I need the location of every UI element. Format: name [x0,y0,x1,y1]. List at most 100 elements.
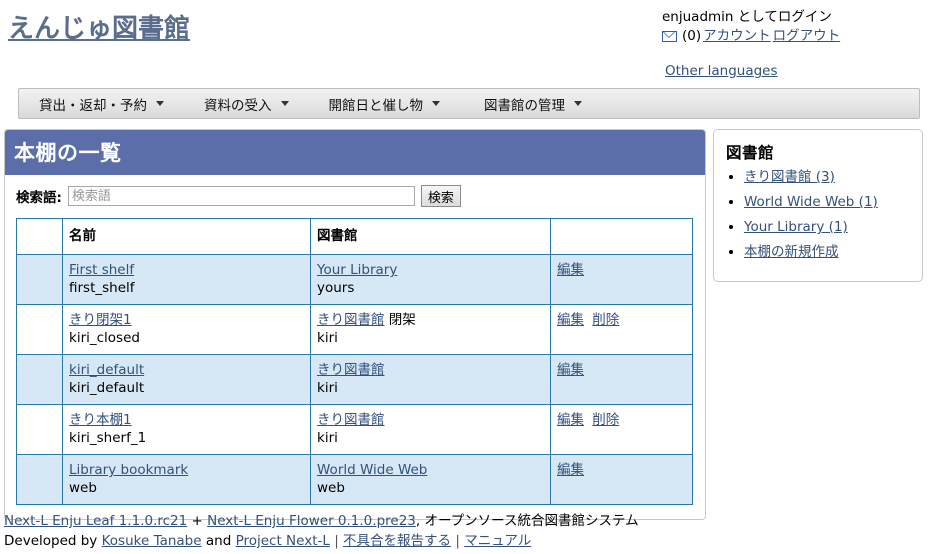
sidebar-title: 図書館 [726,144,775,162]
shelf-name-link[interactable]: きり本棚1 [69,411,310,429]
sidebar-item-world-wide-web[interactable]: World Wide Web (1) [744,194,878,210]
footer-plus: + [191,513,203,529]
edit-link[interactable]: 編集 [557,262,584,278]
row-name-cell: First shelf first_shelf [62,254,311,305]
list-item: きり図書館 (3) [744,169,912,185]
report-bug-link[interactable]: 不具合を報告する [343,533,451,549]
table-row: First shelf first_shelf Your Library you… [16,254,693,305]
row-actions-cell: 編集 削除 [550,404,693,455]
library-code: kiri [317,330,338,346]
search-input[interactable] [67,186,415,206]
row-library-cell: きり図書館 kiri [310,404,551,455]
shelf-name-link[interactable]: きり閉架1 [69,311,310,329]
user-session-box: enjuadmin としてログイン (0) アカウント ログアウト [662,8,840,46]
library-link[interactable]: Your Library [317,262,397,278]
delete-link[interactable]: 削除 [592,312,619,328]
chevron-down-icon [280,101,289,106]
column-header-name: 名前 [62,218,311,255]
delete-link[interactable]: 削除 [592,412,619,428]
envelope-icon[interactable] [662,31,677,42]
search-label: 検索語: [16,190,62,206]
enju-flower-link[interactable]: Next-L Enju Flower 0.1.0.pre23 [207,513,416,529]
logout-link[interactable]: ログアウト [773,27,841,46]
shelf-name-link[interactable]: First shelf [69,261,310,279]
shelves-table: 名前 図書館 First shelf first_shelf Your Libr… [16,218,693,505]
shelves-panel: 本棚の一覧 検索語: 検索 名前 図書館 [4,129,706,520]
table-header-row: 名前 図書館 [16,218,693,255]
shelf-code: first_shelf [69,280,135,296]
column-header-library: 図書館 [310,218,551,255]
table-row: Library bookmark web World Wide Web web … [16,454,693,505]
manual-link[interactable]: マニュアル [464,533,531,549]
footer-tagline: , オープンソース統合図書館システム [415,513,639,529]
row-library-cell: Your Library yours [310,254,551,305]
page-header: えんじゅ図書館 enjuadmin としてログイン (0) アカウント ログアウ… [0,0,938,88]
nav-item-label: 開館日と催し物 [328,97,424,114]
footer-line-credits: Developed by Kosuke Tanabe and Project N… [4,531,934,551]
edit-link[interactable]: 編集 [557,462,584,478]
row-name-cell: Library bookmark web [62,454,311,505]
page-title: 本棚の一覧 [5,130,705,175]
library-link[interactable]: きり図書館 [317,312,385,328]
nav-item-administration[interactable]: 図書館の管理 [484,94,582,114]
main-navigation-bar: 貸出・返却・予約 資料の受入 開館日と催し物 図書館の管理 [18,88,920,119]
row-select-cell [16,254,63,305]
user-status-text: enjuadmin としてログイン [662,9,832,25]
project-link[interactable]: Project Next-L [236,533,330,549]
message-count: (0) [682,28,702,44]
shelf-code: kiri_default [69,380,145,396]
row-library-cell: World Wide Web web [310,454,551,505]
library-code: yours [317,280,355,296]
row-library-cell: きり図書館 kiri [310,354,551,405]
nav-item-acquisition[interactable]: 資料の受入 [204,94,289,114]
shelf-code: web [69,480,97,496]
edit-link[interactable]: 編集 [557,312,584,328]
sidebar-item-new-shelf[interactable]: 本棚の新規作成 [744,244,839,260]
chevron-down-icon [574,101,582,106]
library-code: web [317,480,345,496]
table-row: きり閉架1 kiri_closed きり図書館 閉架 kiri 編集 削除 [16,304,693,355]
library-code: kiri [317,380,338,396]
library-link[interactable]: きり図書館 [317,362,385,378]
list-item: World Wide Web (1) [744,194,912,210]
column-header-select [16,218,63,255]
chevron-down-icon [156,101,164,106]
footer-developed-by: Developed by [4,533,98,549]
row-select-cell [16,404,63,455]
library-link[interactable]: World Wide Web [317,462,427,478]
list-item: 本棚の新規作成 [744,244,912,260]
chevron-down-icon [432,101,440,106]
other-languages-link[interactable]: Other languages [665,63,778,79]
row-name-cell: kiri_default kiri_default [62,354,311,405]
row-select-cell [16,354,63,405]
nav-item-events[interactable]: 開館日と催し物 [328,94,440,114]
author-link[interactable]: Kosuke Tanabe [102,533,202,549]
column-header-actions [550,218,693,255]
row-name-cell: きり閉架1 kiri_closed [62,304,311,355]
sidebar-item-kiri-library[interactable]: きり図書館 (3) [744,169,835,185]
shelf-code: kiri_closed [69,330,140,346]
shelf-name-link[interactable]: Library bookmark [69,461,310,479]
search-button[interactable]: 検索 [420,185,461,207]
edit-link[interactable]: 編集 [557,362,584,378]
list-item: Your Library (1) [744,219,912,235]
shelf-name-link[interactable]: kiri_default [69,361,310,379]
library-sidebar: 図書館 きり図書館 (3) World Wide Web (1) Your Li… [713,129,923,282]
account-link[interactable]: アカウント [703,27,771,46]
nav-item-circulation[interactable]: 貸出・返却・予約 [39,94,164,114]
nav-item-label: 資料の受入 [204,97,272,114]
footer-separator: | [455,533,460,549]
library-link[interactable]: きり図書館 [317,412,385,428]
row-actions-cell: 編集 [550,254,693,305]
row-actions-cell: 編集 削除 [550,304,693,355]
footer-separator: | [334,533,339,549]
sidebar-item-your-library[interactable]: Your Library (1) [744,219,848,235]
search-form: 検索語: 検索 [5,175,705,216]
site-title-link[interactable]: えんじゅ図書館 [8,8,190,45]
edit-link[interactable]: 編集 [557,412,584,428]
footer-and: and [205,533,232,549]
nav-item-label: 図書館の管理 [484,97,565,114]
footer-line-version: Next-L Enju Leaf 1.1.0.rc21 + Next-L Enj… [4,511,934,531]
enju-leaf-link[interactable]: Next-L Enju Leaf 1.1.0.rc21 [4,513,187,529]
table-row: kiri_default kiri_default きり図書館 kiri 編集 [16,354,693,405]
